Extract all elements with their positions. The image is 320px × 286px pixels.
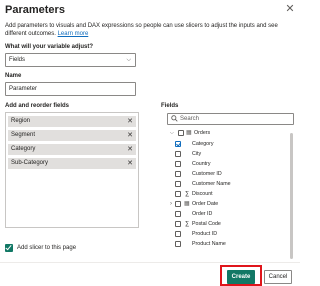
field-chip-segment[interactable]: Segment ✕: [8, 130, 136, 141]
field-checkbox[interactable]: [175, 211, 181, 217]
fields-search-input[interactable]: Search: [167, 113, 294, 125]
dialog-description: Add parameters to visuals and DAX expres…: [5, 22, 285, 38]
field-chip-sub-category[interactable]: Sub-Category ✕: [8, 158, 136, 169]
cancel-button[interactable]: Cancel: [264, 270, 292, 284]
remove-icon[interactable]: ✕: [127, 158, 133, 169]
added-fields-list: Region ✕ Segment ✕ Category ✕ Sub-Catego…: [5, 112, 139, 228]
chevron-expanded-icon[interactable]: ⌵: [170, 130, 174, 136]
search-icon: [171, 115, 178, 122]
field-chip-label: Region: [11, 118, 31, 124]
field-checkbox[interactable]: [175, 191, 181, 197]
field-label: Customer ID: [192, 171, 222, 177]
table-icon: ▦: [186, 130, 192, 136]
field-row-customer-name[interactable]: Customer Name: [175, 179, 285, 189]
field-label: Customer Name: [192, 181, 231, 187]
remove-icon[interactable]: ✕: [127, 144, 133, 155]
field-chip-region[interactable]: Region ✕: [8, 116, 136, 127]
field-label: Category: [192, 141, 214, 147]
field-checkbox[interactable]: [175, 221, 181, 227]
description-text: Add parameters to visuals and DAX expres…: [5, 23, 278, 37]
create-button[interactable]: Create: [227, 270, 255, 284]
table-checkbox[interactable]: [178, 130, 184, 136]
remove-icon[interactable]: ✕: [127, 130, 133, 141]
field-chip-category[interactable]: Category ✕: [8, 144, 136, 155]
field-row-order-date[interactable]: › ▦ Order Date: [170, 199, 285, 209]
name-input[interactable]: Parameter: [5, 82, 136, 96]
field-row-product-id[interactable]: Product ID: [175, 229, 285, 239]
field-row-city[interactable]: City: [175, 149, 285, 159]
field-chip-label: Category: [11, 146, 36, 152]
add-slicer-label: Add slicer to this page: [17, 245, 77, 251]
checkbox-checked-icon[interactable]: [5, 244, 13, 252]
field-label: Discount: [192, 191, 213, 197]
field-row-product-name[interactable]: Product Name: [175, 239, 285, 249]
chevron-right-icon[interactable]: ›: [170, 199, 172, 209]
search-placeholder: Search: [180, 116, 200, 122]
field-row-category[interactable]: Category: [175, 139, 285, 149]
field-checkbox[interactable]: [175, 231, 181, 237]
add-fields-label: Add and reorder fields: [5, 103, 70, 109]
footer-divider: [0, 262, 300, 263]
fields-scrollbar[interactable]: [290, 133, 293, 259]
table-row-orders[interactable]: ⌵ ▦ Orders: [170, 128, 210, 138]
field-checkbox[interactable]: [175, 161, 181, 167]
chevron-down-icon: ⌵: [126, 57, 131, 63]
field-label: City: [192, 151, 202, 157]
field-checkbox[interactable]: [175, 141, 181, 147]
table-name: Orders: [194, 130, 211, 136]
field-checkbox[interactable]: [175, 181, 181, 187]
field-label: Product ID: [192, 231, 218, 237]
name-label: Name: [5, 73, 22, 79]
field-row-customer-id[interactable]: Customer ID: [175, 169, 285, 179]
adjust-label: What will your variable adjust?: [5, 44, 94, 50]
close-icon[interactable]: ✕: [284, 3, 296, 15]
field-checkbox[interactable]: [175, 241, 181, 247]
field-chip-label: Segment: [11, 132, 36, 138]
field-row-order-id[interactable]: Order ID: [175, 209, 285, 219]
field-checkbox[interactable]: [175, 171, 181, 177]
add-slicer-checkbox[interactable]: Add slicer to this page: [5, 244, 76, 253]
fields-panel-label: Fields: [161, 103, 179, 109]
adjust-dropdown[interactable]: Fields ⌵: [5, 53, 136, 67]
field-chip-label: Sub-Category: [11, 160, 49, 166]
learn-more-link[interactable]: Learn more: [58, 31, 89, 37]
field-row-country[interactable]: Country: [175, 159, 285, 169]
calendar-icon: ▦: [184, 201, 190, 207]
dialog-title: Parameters: [5, 4, 65, 16]
sigma-icon: ∑: [185, 221, 190, 227]
field-label: Order Date: [192, 201, 219, 207]
adjust-dropdown-value: Fields: [9, 57, 26, 63]
field-label: Order ID: [192, 211, 213, 217]
field-checkbox[interactable]: [175, 151, 181, 157]
field-label: Postal Code: [192, 221, 221, 227]
fields-tree: ⌵ ▦ Orders Category City Country Custome…: [168, 128, 290, 258]
sigma-icon: ∑: [185, 191, 190, 197]
field-label: Product Name: [192, 241, 226, 247]
field-row-postal-code[interactable]: ∑ Postal Code: [175, 219, 285, 229]
field-label: Country: [192, 161, 211, 167]
remove-icon[interactable]: ✕: [127, 116, 133, 127]
field-row-discount[interactable]: ∑ Discount: [175, 189, 285, 199]
field-checkbox[interactable]: [175, 201, 181, 207]
